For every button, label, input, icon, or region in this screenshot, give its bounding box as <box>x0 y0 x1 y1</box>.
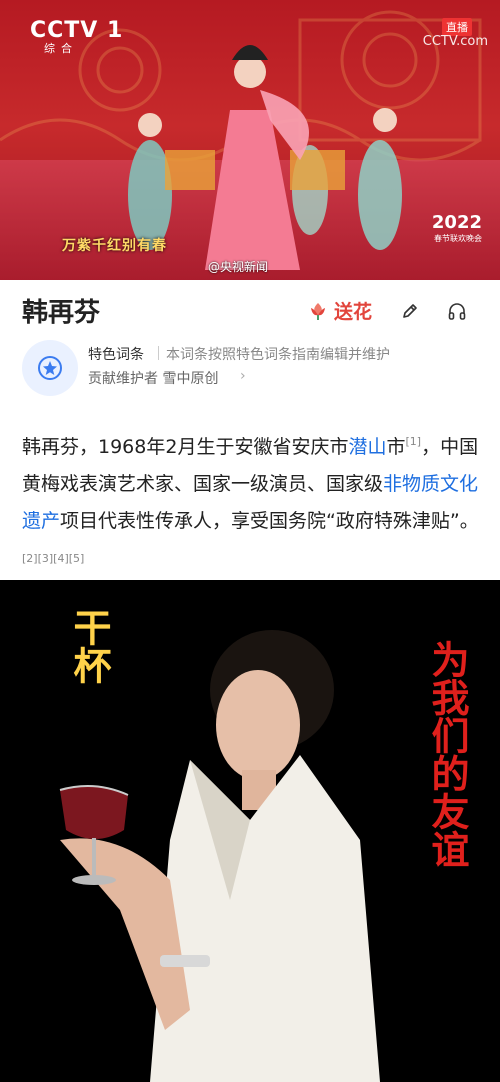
gala-sub: 春节联欢晚会 <box>434 234 482 243</box>
summary-text: 市 <box>386 436 406 458</box>
send-flower-button[interactable]: 送花 <box>308 297 372 324</box>
featured-entry-card[interactable]: 特色词条 本词条按照特色词条指南编辑并维护 贡献维护者 雪中原创 › <box>0 340 500 415</box>
edit-icon[interactable] <box>400 301 420 321</box>
lyric-subtitle: 万紫千红别有春 <box>62 238 167 254</box>
caption-cheers: 干杯 <box>67 608 112 684</box>
send-flower-label: 送花 <box>334 301 373 323</box>
channel-sub-label: 综合 <box>44 42 78 55</box>
weibo-watermark: @央视新闻 <box>208 260 269 274</box>
entry-summary: 韩再芬，1968年2月生于安徽省安庆市潜山市[1]，中国黄梅戏表演艺术家、国家一… <box>22 423 482 583</box>
featured-entry-description: 本词条按照特色词条指南编辑并维护 <box>166 347 390 363</box>
featured-badge <box>22 340 78 396</box>
star-badge-icon <box>38 356 62 380</box>
cctv-com-mark: CCTV.com <box>422 34 488 49</box>
contributors-link[interactable]: 贡献维护者 雪中原创 <box>88 368 218 388</box>
portrait-photo: 干杯 为我们的友谊 <box>0 580 500 1082</box>
video-frame[interactable]: CCTV 1 综合 直播 CCTV.com 万紫千红别有春 2022 春节联欢晚… <box>0 0 500 280</box>
title-row: 韩再芬 送花 <box>0 280 500 340</box>
page-title: 韩再芬 <box>22 298 101 328</box>
caption-friendship: 为我们的友谊 <box>425 640 470 868</box>
gala-2022-logo: 2022 春节联欢晚会 <box>432 212 482 244</box>
flower-icon <box>311 302 325 320</box>
divider <box>158 346 159 360</box>
citation-refs[interactable]: [2][3][4][5] <box>22 552 84 565</box>
headphones-icon[interactable] <box>447 301 467 321</box>
featured-entry-title: 特色词条 <box>88 347 144 363</box>
citation-ref[interactable]: [1] <box>405 435 421 448</box>
summary-text: 项目代表性传承人，享受国务院“政府特殊津贴”。 <box>60 510 479 532</box>
summary-text: 韩再芬，1968年2月生于安徽省安庆市 <box>22 436 349 458</box>
link-qianshan[interactable]: 潜山 <box>348 436 386 458</box>
chevron-right-icon: › <box>240 368 246 384</box>
gala-year: 2022 <box>431 212 482 233</box>
